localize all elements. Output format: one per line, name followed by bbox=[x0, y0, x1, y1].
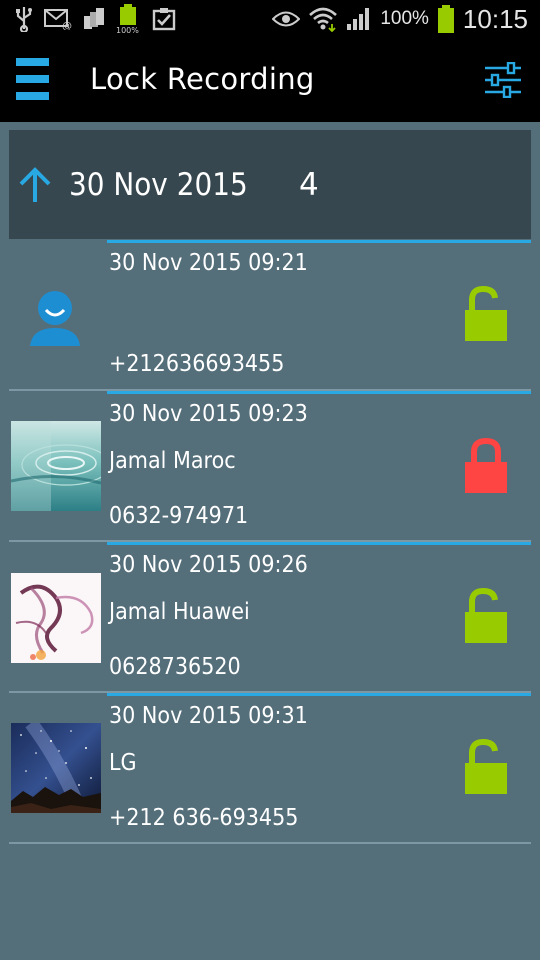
contact-name: Jamal Huawei bbox=[109, 599, 250, 625]
recording-row[interactable]: 30 Nov 2015 09:23 Jamal Maroc 0632-97497… bbox=[0, 391, 540, 542]
status-bar: @ 100% 100% 10:15 bbox=[0, 0, 540, 38]
battery-percent: 100% bbox=[380, 8, 429, 29]
date-group-header[interactable]: 30 Nov 2015 4 bbox=[9, 130, 531, 239]
recording-datetime: 30 Nov 2015 09:21 bbox=[109, 250, 308, 276]
phone-number: +212636693455 bbox=[109, 351, 285, 377]
svg-text:@: @ bbox=[62, 21, 72, 30]
page-title: Lock Recording bbox=[90, 62, 315, 96]
unlocked-lock-icon[interactable] bbox=[462, 588, 510, 644]
clock: 10:15 bbox=[462, 3, 528, 34]
recording-row[interactable]: 30 Nov 2015 09:31 LG +212 636-693455 bbox=[0, 693, 540, 844]
wifi-icon bbox=[309, 7, 338, 32]
phone-number: 0628736520 bbox=[109, 654, 241, 680]
sliders-icon bbox=[485, 61, 521, 99]
night-sky-photo bbox=[11, 723, 101, 813]
default-contact-icon bbox=[30, 291, 80, 346]
app-bar: Lock Recording bbox=[0, 38, 540, 122]
recording-datetime: 30 Nov 2015 09:26 bbox=[109, 552, 308, 578]
eye-icon bbox=[272, 11, 301, 27]
battery-icon bbox=[437, 5, 454, 33]
recording-datetime: 30 Nov 2015 09:31 bbox=[109, 703, 308, 729]
unlocked-lock-icon[interactable] bbox=[462, 739, 510, 795]
recording-row[interactable]: 30 Nov 2015 09:26 Jamal Huawei 062873652… bbox=[0, 542, 540, 693]
row-divider bbox=[107, 391, 531, 394]
contact-name: Jamal Maroc bbox=[109, 448, 236, 474]
water-drop-photo bbox=[11, 421, 101, 511]
arrow-up-icon bbox=[19, 167, 51, 202]
group-date: 30 Nov 2015 bbox=[69, 167, 248, 203]
contact-name: LG bbox=[109, 750, 137, 776]
signal-icon bbox=[347, 8, 370, 30]
menu-button[interactable] bbox=[16, 58, 50, 104]
row-separator bbox=[9, 842, 531, 844]
sim-icon bbox=[84, 8, 104, 29]
phone-number: 0632-974971 bbox=[109, 503, 249, 529]
smoke-art-photo bbox=[11, 573, 101, 663]
usb-icon bbox=[16, 7, 32, 32]
group-count: 4 bbox=[299, 167, 319, 203]
svg-text:100%: 100% bbox=[116, 26, 139, 34]
phone-number: +212 636-693455 bbox=[109, 805, 299, 831]
row-divider bbox=[107, 542, 531, 545]
row-divider bbox=[107, 240, 531, 243]
email-icon: @ bbox=[44, 9, 72, 30]
recording-datetime: 30 Nov 2015 09:23 bbox=[109, 401, 308, 427]
filter-button[interactable] bbox=[484, 61, 522, 99]
battery-full-icon: 100% bbox=[116, 4, 139, 34]
row-divider bbox=[107, 693, 531, 696]
unlocked-lock-icon[interactable] bbox=[462, 286, 510, 342]
clipboard-check-icon bbox=[152, 8, 176, 31]
recording-row[interactable]: 30 Nov 2015 09:21 +212636693455 bbox=[0, 240, 540, 391]
locked-lock-icon[interactable] bbox=[462, 438, 510, 494]
